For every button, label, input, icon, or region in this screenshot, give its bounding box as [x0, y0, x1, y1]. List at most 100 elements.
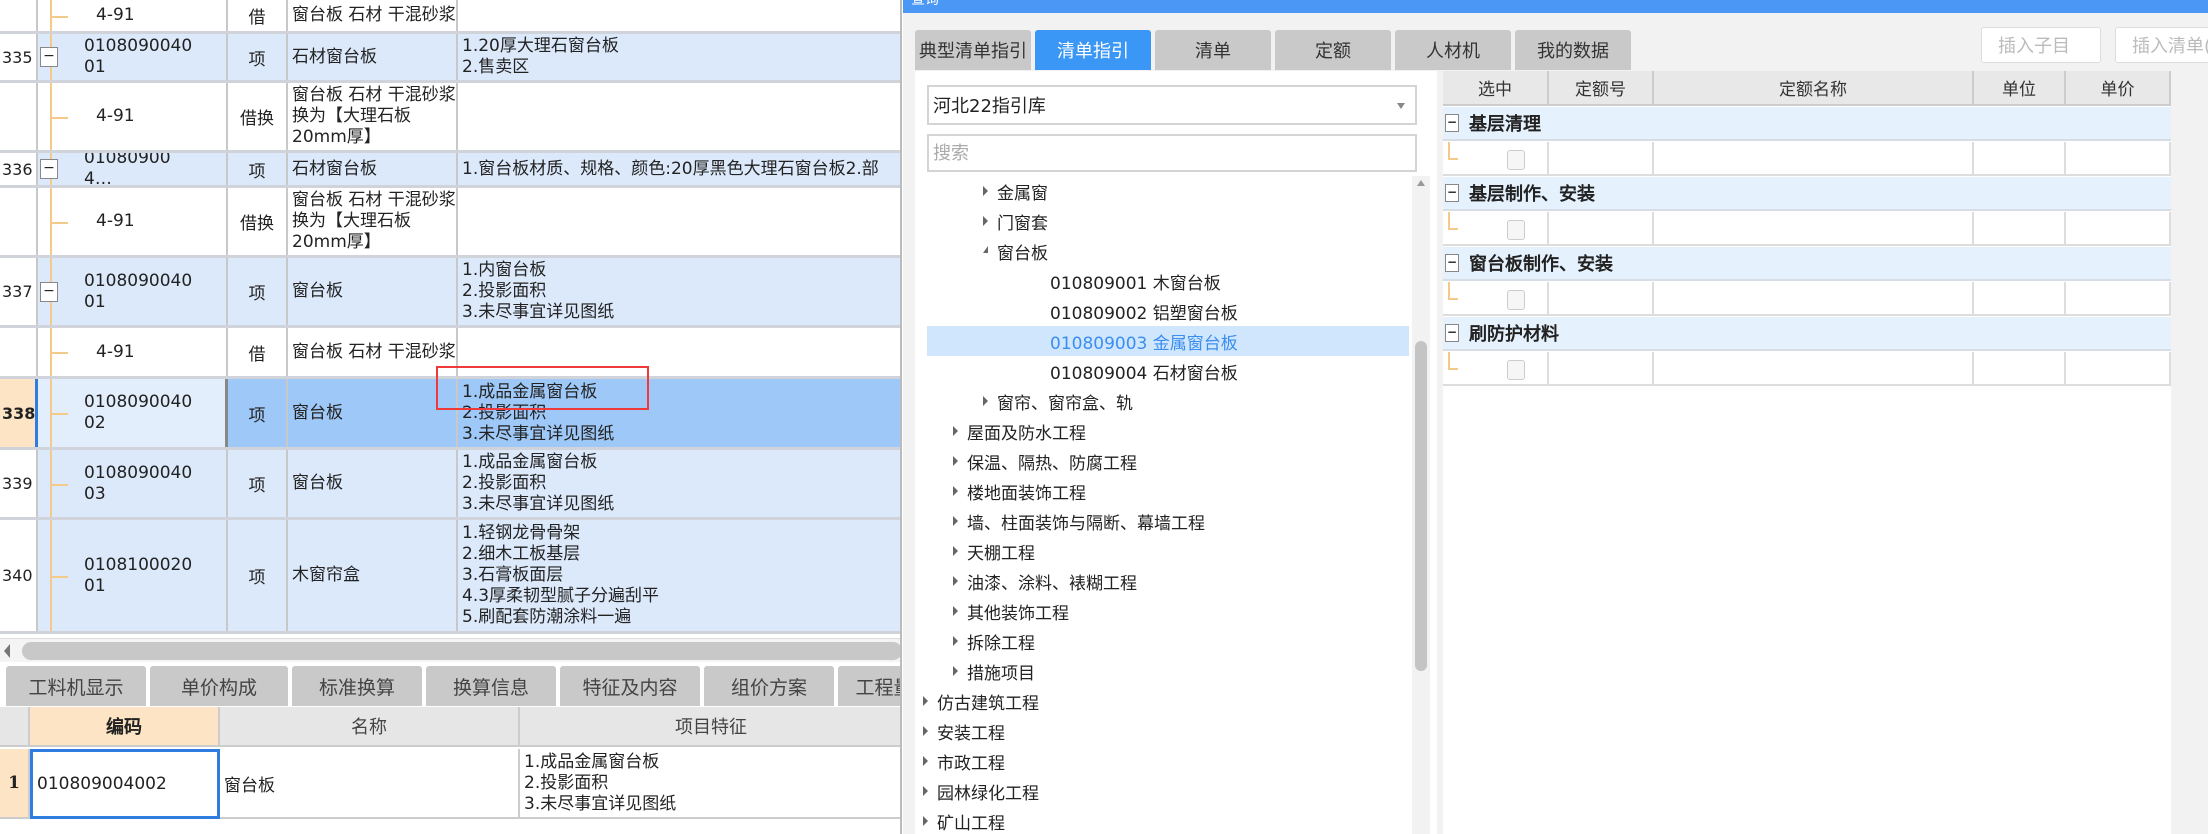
sub-item-row[interactable]: 4-91 借换 窗台板 石材 干混砂浆 换为【大理石板20mm厚】: [0, 83, 900, 153]
dialog-tab-4[interactable]: 定额: [1275, 30, 1391, 70]
collapse-toggle-icon[interactable]: −: [40, 281, 58, 302]
tree-node[interactable]: 窗帘、窗帘盒、轨: [927, 386, 1409, 416]
select-checkbox[interactable]: [1507, 220, 1525, 240]
tree-node[interactable]: 措施项目: [927, 656, 1409, 686]
group-row[interactable]: − 窗台板制作、安装: [1443, 247, 2171, 281]
features-cell[interactable]: 1.轻钢龙骨骨架 2.细木工板基层 3.石膏板面层 4.3厚柔韧型腻子分遍刮平 …: [458, 520, 900, 631]
name-cell[interactable]: 木窗帘盒: [288, 520, 458, 631]
caret-right-icon[interactable]: [953, 516, 958, 526]
collapse-toggle-icon[interactable]: −: [40, 159, 58, 179]
code-cell[interactable]: − 010809004001: [38, 34, 228, 80]
name-cell[interactable]: 窗台板: [288, 379, 458, 447]
library-select[interactable]: 河北22指引库: [927, 85, 1417, 125]
tree-node[interactable]: 油漆、涂料、裱糊工程: [927, 566, 1409, 596]
tree-node[interactable]: 010809002 铝塑窗台板: [927, 296, 1409, 326]
horizontal-scrollbar[interactable]: [0, 638, 900, 662]
tab-2[interactable]: 单价构成: [150, 666, 288, 706]
code-cell[interactable]: 4-91: [38, 0, 228, 31]
caret-right-icon[interactable]: [953, 606, 958, 616]
group-row[interactable]: − 基层制作、安装: [1443, 177, 2171, 211]
tree-node[interactable]: 天棚工程: [927, 536, 1409, 566]
caret-down-icon[interactable]: [983, 246, 988, 253]
scrollbar-thumb[interactable]: [1415, 341, 1427, 671]
code-cell[interactable]: 4-91: [38, 188, 228, 255]
collapse-toggle-icon[interactable]: −: [1445, 254, 1459, 272]
tree-node[interactable]: 墙、柱面装饰与隔断、幕墙工程: [927, 506, 1409, 536]
name-cell[interactable]: 窗台板: [288, 258, 458, 325]
code-cell[interactable]: − 010809004001: [38, 258, 228, 325]
name-cell[interactable]: 窗台板: [220, 749, 520, 819]
features-cell[interactable]: 1.成品金属窗台板 2.投影面积 3.未尽事宜详见图纸: [458, 450, 900, 517]
tree-node[interactable]: 仿古建筑工程: [923, 686, 1409, 716]
caret-right-icon[interactable]: [923, 786, 928, 796]
name-cell[interactable]: 石材窗台板: [288, 153, 458, 185]
scroll-up-icon[interactable]: [1417, 180, 1425, 186]
caret-right-icon[interactable]: [953, 666, 958, 676]
group-row[interactable]: − 基层清理: [1443, 107, 2171, 141]
collapse-toggle-icon[interactable]: −: [1445, 114, 1459, 132]
grid-header-4[interactable]: 单位: [1974, 71, 2066, 106]
tree-node[interactable]: 窗台板: [927, 236, 1409, 266]
table-row[interactable]: 337− 010809004001 项窗台板 1.内窗台板 2.投影面积 3.未尽事宜…: [0, 258, 900, 328]
dialog-tab-3[interactable]: 清单: [1155, 30, 1271, 70]
tree-node[interactable]: 拆除工程: [927, 626, 1409, 656]
tree-node[interactable]: 金属窗: [927, 176, 1409, 206]
caret-right-icon[interactable]: [983, 216, 988, 226]
scrollbar-thumb[interactable]: [22, 642, 900, 660]
dialog-tab-5[interactable]: 人材机: [1395, 30, 1511, 70]
grid-header-1[interactable]: 选中: [1443, 71, 1549, 106]
tree-node[interactable]: 门窗套: [927, 206, 1409, 236]
tree-node[interactable]: 市政工程: [923, 746, 1409, 776]
grid-header-5[interactable]: 单价: [2066, 71, 2171, 106]
caret-right-icon[interactable]: [983, 186, 988, 196]
code-cell[interactable]: 010809004002: [38, 379, 228, 447]
features-cell[interactable]: 1.窗台板材质、规格、颜色:20厚黑色大理石窗台板2.部: [458, 153, 900, 185]
header-name[interactable]: 名称: [220, 707, 520, 747]
scroll-left-icon[interactable]: [4, 644, 10, 658]
caret-right-icon[interactable]: [953, 636, 958, 646]
collapse-toggle-icon[interactable]: −: [40, 47, 58, 67]
caret-right-icon[interactable]: [923, 696, 928, 706]
header-features[interactable]: 项目特征: [520, 707, 900, 747]
header-code[interactable]: 编码: [30, 707, 220, 747]
sub-item-row[interactable]: 4-91 借窗台板 石材 干混砂浆: [0, 0, 900, 34]
collapse-toggle-icon[interactable]: −: [1445, 324, 1459, 342]
caret-right-icon[interactable]: [953, 456, 958, 466]
table-row[interactable]: 339 010809004003 项窗台板 1.成品金属窗台板 2.投影面积 3.未尽…: [0, 450, 900, 520]
tree-node[interactable]: 010809003 金属窗台板: [927, 326, 1409, 356]
grid-header-2[interactable]: 定额号: [1549, 71, 1654, 106]
features-cell[interactable]: 1.20厚大理石窗台板 2.售卖区: [458, 34, 900, 80]
select-checkbox[interactable]: [1507, 150, 1525, 170]
table-row[interactable]: 340 010810002001 项木窗帘盒 1.轻钢龙骨骨架 2.细木工板基层 3.…: [0, 520, 900, 634]
insert-child-button[interactable]: 插入子目: [1981, 27, 2101, 63]
table-row[interactable]: 336− 010809004… 项石材窗台板 1.窗台板材质、规格、颜色:20厚黑色大…: [0, 153, 900, 188]
caret-right-icon[interactable]: [923, 816, 928, 826]
code-cell[interactable]: 4-91: [38, 83, 228, 150]
tree-node[interactable]: 安装工程: [923, 716, 1409, 746]
collapse-toggle-icon[interactable]: −: [1445, 184, 1459, 202]
tree-node[interactable]: 010809001 木窗台板: [927, 266, 1409, 296]
caret-right-icon[interactable]: [953, 486, 958, 496]
name-cell[interactable]: 窗台板 石材 干混砂浆: [288, 328, 458, 376]
features-cell[interactable]: [458, 188, 900, 255]
caret-right-icon[interactable]: [953, 426, 958, 436]
name-cell[interactable]: 石材窗台板: [288, 34, 458, 80]
tab-1[interactable]: 工料机显示: [6, 666, 146, 706]
tree-node[interactable]: 其他装饰工程: [927, 596, 1409, 626]
table-row[interactable]: 335− 010809004001 项石材窗台板 1.20厚大理石窗台板 2.售卖区: [0, 34, 900, 83]
dialog-tab-2[interactable]: 清单指引: [1035, 30, 1151, 70]
select-checkbox[interactable]: [1507, 360, 1525, 380]
vertical-scrollbar[interactable]: [1412, 176, 1430, 834]
insert-list-button[interactable]: 插入清单(: [2115, 27, 2208, 63]
tree-node[interactable]: 园林绿化工程: [923, 776, 1409, 806]
tree-node[interactable]: 保温、隔热、防腐工程: [927, 446, 1409, 476]
name-cell[interactable]: 窗台板 石材 干混砂浆 换为【大理石板20mm厚】: [288, 188, 458, 255]
caret-right-icon[interactable]: [953, 546, 958, 556]
tab-3[interactable]: 标准换算: [292, 666, 422, 706]
tree-node[interactable]: 010809004 石材窗台板: [927, 356, 1409, 386]
features-cell[interactable]: [458, 0, 900, 31]
name-cell[interactable]: 窗台板 石材 干混砂浆: [288, 0, 458, 31]
caret-right-icon[interactable]: [923, 756, 928, 766]
search-input[interactable]: [927, 134, 1417, 172]
tree-node[interactable]: 楼地面装饰工程: [927, 476, 1409, 506]
